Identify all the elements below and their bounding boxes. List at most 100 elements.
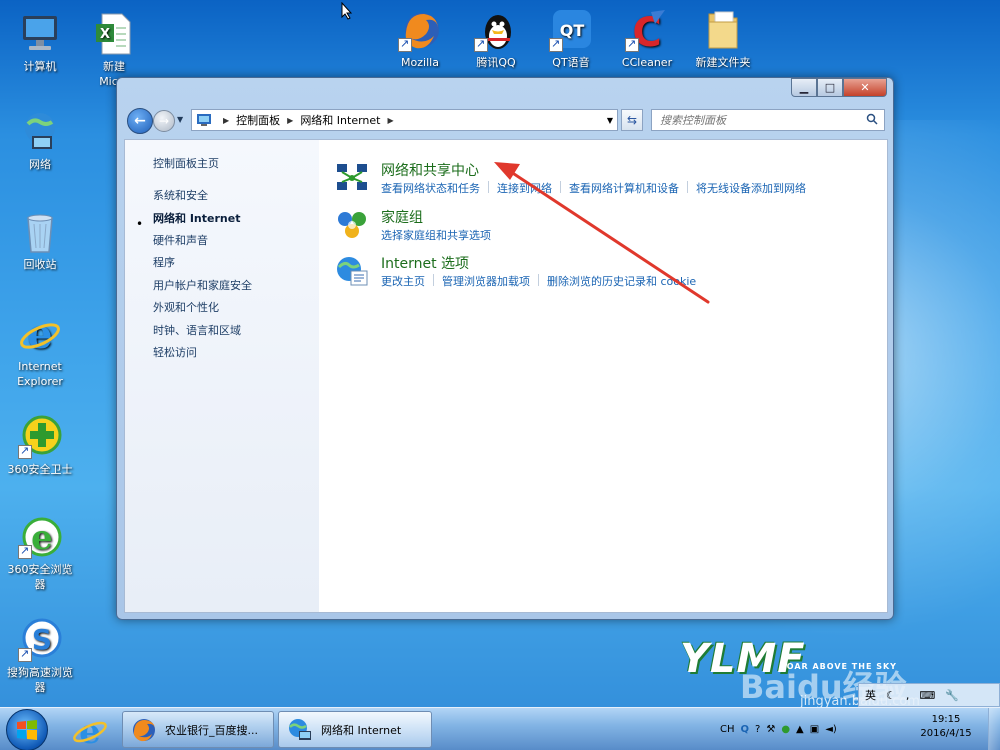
sidebar-item-home[interactable]: 控制面板主页	[153, 155, 219, 171]
firefox-icon	[398, 8, 442, 52]
search-icon[interactable]	[866, 113, 878, 125]
desktop-icon-internet-explorer[interactable]: e Internet Explorer	[0, 311, 80, 389]
window-controls: ▁ □ ✕	[791, 78, 887, 97]
desktop-icon-label: Mozilla	[401, 56, 439, 69]
tray-expand-icon[interactable]: ▲	[796, 724, 804, 735]
keyboard-icon[interactable]: ⌨	[919, 689, 935, 702]
desktop-icon-computer[interactable]: 计算机	[0, 12, 80, 74]
taskbar-ie-icon[interactable]: e	[70, 711, 110, 749]
wrench-icon[interactable]: 🔧	[945, 689, 959, 702]
sidebar-item-network-internet[interactable]: 网络和 Internet	[153, 210, 240, 226]
homegroup-icon	[338, 212, 366, 238]
ccleaner-icon: C	[625, 8, 669, 56]
taskbar-button-control-panel[interactable]: 网络和 Internet	[278, 711, 432, 748]
homegroup-link[interactable]: 家庭组	[381, 207, 423, 227]
search-box[interactable]	[651, 109, 885, 131]
floating-toolbar: 英 ☾ , ⌨ 🔧	[858, 683, 1000, 707]
desktop-icon-recycle-bin[interactable]: 回收站	[0, 210, 80, 272]
sidebar-item-user-accounts[interactable]: 用户帐户和家庭安全	[153, 277, 252, 293]
clock[interactable]: 19:15 2016/4/15	[906, 713, 986, 741]
desktop-icon-label: Internet Explorer	[17, 360, 63, 388]
search-tray-icon[interactable]: Q	[741, 724, 750, 735]
taskbar: e 农业银行_百度搜... 网络和 Internet CH Q ? ⚒ ● ▲ …	[0, 707, 1000, 750]
punctuation-icon[interactable]: ,	[906, 689, 910, 702]
desktop-icon-label: 网络	[29, 158, 51, 171]
address-history-dropdown[interactable]: ▼	[607, 116, 613, 125]
sidebar-item-hardware-sound[interactable]: 硬件和声音	[153, 232, 208, 248]
qq-penguin-icon	[474, 8, 518, 52]
desktop-icon-network[interactable]: 网络	[0, 110, 80, 172]
internet-options-link[interactable]: Internet 选项	[381, 253, 469, 273]
search-input[interactable]	[652, 110, 852, 130]
desktop-icon-tencent-qq[interactable]: 腾讯QQ	[456, 8, 536, 70]
shortcut-arrow-icon	[625, 36, 639, 52]
help-icon[interactable]: ?	[755, 724, 760, 735]
network-sharing-center-link[interactable]: 网络和共享中心	[381, 160, 479, 180]
excel-file-icon: X	[92, 12, 136, 56]
desktop-icon-360-security[interactable]: 360安全卫士	[0, 415, 80, 477]
sidebar-item-clock-language[interactable]: 时钟、语言和区域	[153, 322, 241, 338]
language-indicator[interactable]: CH	[720, 724, 735, 735]
link-divider	[433, 274, 434, 286]
desktop-icon-360-browser[interactable]: e 360安全浏览 器	[0, 515, 80, 592]
svg-text:QT: QT	[560, 21, 585, 40]
breadcrumb-network-internet[interactable]: 网络和 Internet	[300, 112, 380, 128]
view-network-status-link[interactable]: 查看网络状态和任务	[381, 180, 488, 196]
shortcut-arrow-icon	[18, 443, 32, 459]
computer-icon	[18, 12, 62, 56]
network-sharing-center-icon	[337, 164, 367, 190]
recycle-bin-icon	[18, 210, 62, 254]
desktop-icon-label: 新建文件夹	[695, 56, 751, 69]
address-bar[interactable]: ▶ 控制面板 ▶ 网络和 Internet ▶ ▼	[191, 109, 618, 131]
navigation-bar: ← → ▼ ▶ 控制面板 ▶ 网络和 Internet ▶ ▼ ⇆	[125, 107, 885, 135]
taskbar-button-firefox[interactable]: 农业银行_百度搜...	[122, 711, 274, 748]
network-tray-icon[interactable]: ▣	[810, 724, 819, 735]
tools-icon[interactable]: ⚒	[766, 724, 775, 735]
shortcut-arrow-icon	[549, 36, 563, 52]
desktop-icon-label: QT语音	[552, 56, 590, 69]
clock-date: 2016/4/15	[920, 728, 972, 739]
desktop-icon-mozilla[interactable]: Mozilla	[380, 8, 460, 70]
desktop-icon-label: 360安全卫士	[7, 463, 73, 476]
desktop-icon-sogou-browser[interactable]: S 搜狗高速浏览 器	[0, 618, 80, 695]
sidebar-item-appearance[interactable]: 外观和个性化	[153, 299, 219, 315]
desktop-icon-label: 计算机	[23, 60, 57, 73]
360-security-icon	[18, 415, 62, 459]
breadcrumb-control-panel[interactable]: 控制面板	[236, 112, 280, 128]
shortcut-arrow-icon	[474, 36, 488, 52]
recent-pages-dropdown[interactable]: ▼	[177, 115, 183, 124]
control-panel-icon	[197, 114, 211, 126]
firefox-icon	[133, 718, 155, 741]
back-button[interactable]: ←	[127, 108, 153, 134]
desktop-icon-ccleaner[interactable]: C CCleaner	[607, 8, 687, 70]
minimize-button[interactable]: ▁	[791, 78, 817, 97]
sogou-browser-icon: S	[18, 618, 62, 662]
sidebar-item-ease-of-access[interactable]: 轻松访问	[153, 344, 197, 360]
input-method-icon[interactable]: 英	[865, 687, 876, 703]
show-desktop-button[interactable]	[988, 708, 1000, 750]
desktop-icon-new-folder[interactable]: 新建文件夹	[683, 8, 763, 70]
refresh-button[interactable]: ⇆	[621, 109, 643, 131]
taskbar-button-label: 网络和 Internet	[321, 723, 402, 737]
close-button[interactable]: ✕	[843, 78, 887, 97]
moon-icon[interactable]: ☾	[886, 689, 896, 702]
mouse-cursor-icon	[341, 2, 353, 20]
security-shield-icon[interactable]: ●	[781, 724, 790, 735]
change-homepage-link[interactable]: 更改主页	[381, 273, 433, 289]
shortcut-arrow-icon	[18, 646, 32, 662]
sidebar-item-system-security[interactable]: 系统和安全	[153, 187, 208, 203]
volume-icon[interactable]: ◄)	[825, 724, 837, 735]
svg-text:e: e	[31, 518, 53, 558]
internet-options-icon	[337, 257, 368, 286]
svg-text:e: e	[27, 312, 52, 356]
folder-icon	[701, 8, 745, 52]
sidebar-item-programs[interactable]: 程序	[153, 254, 175, 270]
active-bullet: •	[136, 217, 144, 231]
forward-button[interactable]: →	[153, 110, 175, 132]
desktop-icon-qt-voice[interactable]: QT QT语音	[531, 8, 611, 70]
maximize-button[interactable]: □	[817, 78, 843, 97]
desktop-icon-label: 搜狗高速浏览 器	[7, 666, 73, 694]
start-button[interactable]	[6, 709, 48, 750]
windows-logo-icon	[17, 720, 37, 740]
desktop-icon-label: 360安全浏览 器	[7, 563, 73, 591]
